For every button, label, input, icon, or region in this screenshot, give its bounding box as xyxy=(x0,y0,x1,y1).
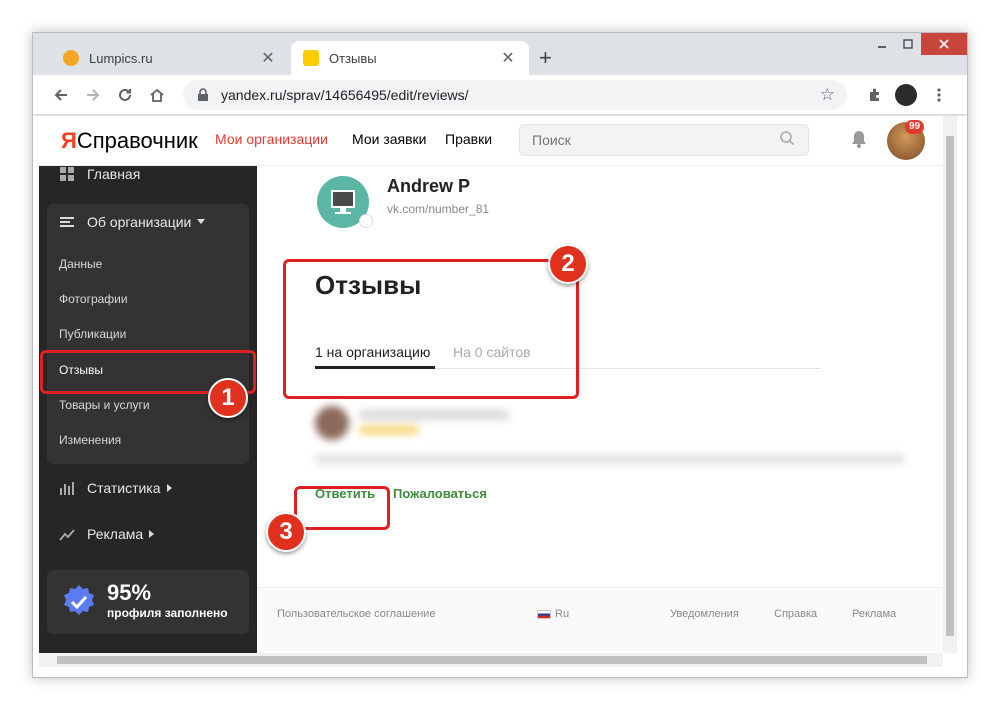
tab-title: Отзывы xyxy=(329,50,377,66)
sidebar-item-data[interactable]: Данные xyxy=(59,257,102,271)
step-number-3: 3 xyxy=(266,512,306,552)
grid-icon xyxy=(60,167,74,181)
sidebar-item-ads[interactable]: Реклама xyxy=(59,526,155,542)
reload-icon[interactable] xyxy=(113,83,137,107)
scroll-thumb[interactable] xyxy=(946,136,954,636)
footer-ads-link[interactable]: Реклама xyxy=(852,608,896,620)
sidebar-item-label: Главная xyxy=(87,166,141,182)
nav-edits[interactable]: Правки xyxy=(445,131,492,147)
nav-my-requests[interactable]: Мои заявки xyxy=(352,131,426,147)
search-icon[interactable] xyxy=(779,130,795,146)
sidebar-item-goods[interactable]: Товары и услуги xyxy=(59,398,150,412)
sidebar-item-about[interactable]: Об организации xyxy=(59,214,206,230)
horizontal-scrollbar[interactable] xyxy=(39,653,943,667)
extensions-icon[interactable] xyxy=(863,83,887,107)
profile-avatar-icon[interactable] xyxy=(895,84,917,106)
reviewer-name-placeholder xyxy=(359,410,509,420)
logo-text: Справочник xyxy=(76,128,198,153)
sidebar-item-home[interactable]: Главная xyxy=(59,166,140,182)
bookmark-star-icon[interactable]: ☆ xyxy=(820,85,835,105)
trend-icon xyxy=(59,529,75,541)
step-number-2: 2 xyxy=(548,244,588,284)
check-badge-icon xyxy=(64,585,94,615)
tab-close-icon[interactable]: ✕ xyxy=(259,48,277,68)
step-number-1: 1 xyxy=(208,378,248,418)
sidebar-item-photos[interactable]: Фотографии xyxy=(59,292,128,306)
close-window-icon[interactable] xyxy=(921,33,967,55)
footer-notifications-link[interactable]: Уведомления xyxy=(670,608,739,620)
tab-reviews[interactable]: Отзывы ✕ xyxy=(291,41,529,75)
footer-agreement-link[interactable]: Пользовательское соглашение xyxy=(277,608,435,620)
maximize-icon[interactable] xyxy=(895,33,921,55)
rating-placeholder xyxy=(359,426,419,434)
org-link[interactable]: vk.com/number_81 xyxy=(387,202,489,216)
logo[interactable]: ЯСправочник xyxy=(61,128,198,154)
nav-my-organizations[interactable]: Мои организации xyxy=(215,131,328,147)
sidebar-item-label: Реклама xyxy=(87,526,144,542)
site-header: ЯСправочник Мои организации Мои заявки П… xyxy=(39,116,943,166)
footer-language[interactable]: Ru xyxy=(537,608,569,620)
sidebar-item-statistics[interactable]: Статистика xyxy=(59,480,173,496)
url-text: yandex.ru/sprav/14656495/edit/reviews/ xyxy=(221,87,469,103)
new-tab-button[interactable]: + xyxy=(539,47,552,69)
logo-ya: Я xyxy=(61,128,77,153)
sidebar-item-changes[interactable]: Изменения xyxy=(59,433,121,447)
profile-progress-card[interactable]: 95% профиля заполнено xyxy=(47,570,249,634)
language-label: Ru xyxy=(555,608,570,620)
menu-dots-icon[interactable] xyxy=(927,83,951,107)
highlight-title-tabs xyxy=(283,259,579,399)
vertical-scrollbar[interactable] xyxy=(943,116,957,653)
sidebar-item-publications[interactable]: Публикации xyxy=(59,327,126,341)
reviewer-avatar xyxy=(315,406,349,440)
notification-badge: 99 xyxy=(905,120,925,134)
lock-icon xyxy=(197,88,211,102)
highlight-reply xyxy=(294,486,390,530)
minimize-icon[interactable] xyxy=(869,33,895,55)
verified-icon xyxy=(359,214,373,228)
scroll-thumb[interactable] xyxy=(57,656,927,664)
list-icon xyxy=(60,217,74,227)
chevron-right-icon xyxy=(166,484,172,492)
profile-percent: 95% xyxy=(107,580,152,605)
review-text-placeholder xyxy=(315,454,905,464)
chevron-down-icon xyxy=(197,219,206,224)
lumpics-favicon-icon xyxy=(63,50,79,66)
home-icon[interactable] xyxy=(145,83,169,107)
page-footer: Пользовательское соглашение Ru Уведомлен… xyxy=(257,587,943,653)
chevron-right-icon xyxy=(149,530,155,538)
back-icon[interactable] xyxy=(49,83,73,107)
org-name[interactable]: Andrew P xyxy=(387,176,470,197)
tab-close-icon[interactable]: ✕ xyxy=(499,48,517,68)
forward-icon[interactable] xyxy=(81,83,105,107)
main-content: Andrew P vk.com/number_81 Отзывы 1 на ор… xyxy=(257,166,943,653)
tab-title: Lumpics.ru xyxy=(89,50,153,66)
profile-label: профиля заполнено xyxy=(107,606,228,620)
footer-help-link[interactable]: Справка xyxy=(774,608,817,620)
sidebar-item-label: Об организации xyxy=(87,214,192,230)
sidebar-item-label: Статистика xyxy=(87,480,161,496)
report-button[interactable]: Пожаловаться xyxy=(393,486,487,501)
bar-chart-icon xyxy=(60,482,74,495)
address-bar[interactable]: yandex.ru/sprav/14656495/edit/reviews/ ☆ xyxy=(183,80,847,110)
browser-toolbar: yandex.ru/sprav/14656495/edit/reviews/ ☆ xyxy=(33,75,967,115)
russia-flag-icon xyxy=(537,609,551,619)
blurred-review xyxy=(315,406,915,476)
yandex-favicon-icon xyxy=(303,50,319,66)
search-input[interactable] xyxy=(519,124,809,156)
bell-icon[interactable] xyxy=(849,129,869,149)
tab-strip: Lumpics.ru ✕ Отзывы ✕ + xyxy=(33,33,967,75)
tab-lumpics[interactable]: Lumpics.ru ✕ xyxy=(51,41,289,75)
